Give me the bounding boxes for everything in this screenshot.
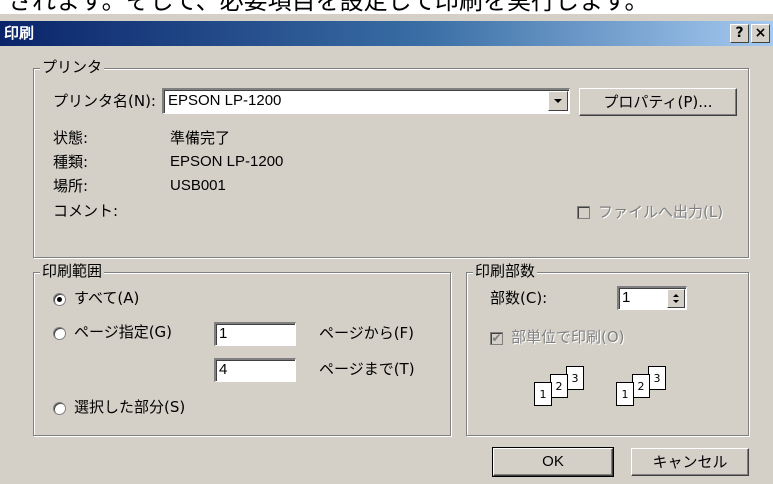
to-page-value: 4 bbox=[219, 361, 228, 378]
chevron-down-icon[interactable] bbox=[548, 91, 568, 111]
status-label: 状態: bbox=[53, 129, 89, 147]
printer-name-select[interactable]: EPSON LP-1200 bbox=[162, 88, 570, 114]
collate-page: 2 bbox=[632, 374, 650, 398]
collate-page: 1 bbox=[616, 382, 634, 406]
collate-label: 部単位で印刷(O) bbox=[511, 328, 625, 346]
collate-page: 3 bbox=[648, 366, 666, 390]
collate-checkbox[interactable]: ✔ bbox=[490, 332, 503, 345]
radio-pages-label: ページ指定(G) bbox=[74, 323, 173, 341]
printer-group-label: プリンタ bbox=[40, 58, 105, 76]
collate-illustration-2: 3 2 1 bbox=[616, 366, 686, 422]
location-value: USB001 bbox=[170, 177, 226, 194]
type-label: 種類: bbox=[53, 153, 89, 171]
radio-all-label: すべて(A) bbox=[74, 289, 140, 307]
title-bar[interactable]: 印刷 ? × bbox=[0, 21, 773, 46]
collate-page: 1 bbox=[534, 382, 552, 406]
help-button[interactable]: ? bbox=[730, 24, 749, 43]
comment-label: コメント: bbox=[53, 202, 119, 220]
to-page-input[interactable]: 4 bbox=[214, 358, 296, 382]
radio-all[interactable] bbox=[53, 293, 66, 306]
print-range-group-label: 印刷範囲 bbox=[40, 262, 105, 280]
cancel-button[interactable]: キャンセル bbox=[631, 448, 749, 476]
printer-name-label: プリンタ名(N): bbox=[53, 92, 156, 110]
radio-selection[interactable] bbox=[53, 402, 66, 415]
radio-pages[interactable] bbox=[53, 327, 66, 340]
status-value: 準備完了 bbox=[170, 129, 231, 147]
copies-group-label: 印刷部数 bbox=[473, 262, 538, 280]
print-to-file-label: ファイルへ出力(L) bbox=[598, 203, 724, 221]
collate-illustration-1: 3 2 1 bbox=[534, 366, 604, 422]
radio-selection-label: 選択した部分(S) bbox=[74, 398, 186, 416]
location-label: 場所: bbox=[53, 177, 89, 195]
from-page-label: ページから(F) bbox=[319, 324, 415, 342]
copies-count-label: 部数(C): bbox=[490, 289, 548, 307]
collate-page: 3 bbox=[566, 366, 584, 390]
spinner-icon[interactable] bbox=[667, 289, 685, 308]
print-to-file-checkbox[interactable] bbox=[577, 206, 590, 219]
copies-count-input[interactable]: 1 bbox=[617, 286, 687, 310]
properties-button[interactable]: プロパティ(P)... bbox=[579, 88, 737, 116]
collate-page: 2 bbox=[550, 374, 568, 398]
printer-name-value: EPSON LP-1200 bbox=[168, 92, 282, 109]
from-page-input[interactable]: 1 bbox=[214, 322, 296, 346]
ok-button[interactable]: OK bbox=[492, 447, 614, 477]
print-dialog: 印刷 ? × プリンタ プリンタ名(N): EPSON LP-1200 プロパテ… bbox=[0, 14, 773, 484]
dialog-title: 印刷 bbox=[4, 24, 35, 42]
to-page-label: ページまで(T) bbox=[319, 360, 415, 378]
from-page-value: 1 bbox=[219, 325, 228, 342]
type-value: EPSON LP-1200 bbox=[170, 153, 284, 170]
copies-count-value: 1 bbox=[622, 289, 631, 306]
close-button[interactable]: × bbox=[751, 24, 770, 43]
